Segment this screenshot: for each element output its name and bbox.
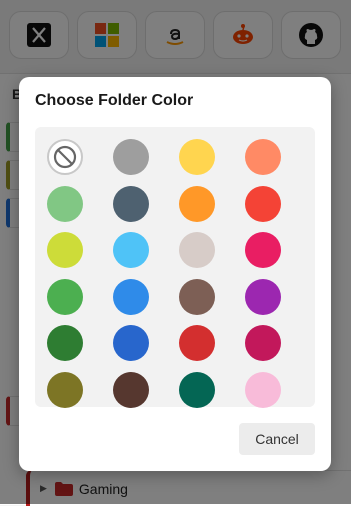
color-swatch[interactable] bbox=[47, 185, 83, 222]
color-swatch[interactable] bbox=[179, 185, 215, 222]
color-swatch[interactable] bbox=[113, 139, 149, 175]
color-swatch[interactable] bbox=[245, 278, 281, 315]
color-swatch[interactable] bbox=[113, 325, 149, 361]
color-swatch[interactable] bbox=[245, 185, 281, 222]
color-swatch[interactable] bbox=[179, 232, 215, 268]
color-swatch[interactable] bbox=[47, 325, 83, 361]
choose-folder-color-dialog: Choose Folder Color Cancel bbox=[19, 77, 331, 471]
color-swatch[interactable] bbox=[47, 232, 83, 268]
color-swatch[interactable] bbox=[179, 325, 215, 361]
color-swatch[interactable] bbox=[245, 325, 281, 361]
color-swatch[interactable] bbox=[245, 232, 281, 268]
color-swatch[interactable] bbox=[245, 371, 281, 408]
cancel-button[interactable]: Cancel bbox=[239, 423, 315, 455]
color-swatch[interactable] bbox=[245, 139, 281, 175]
color-swatch[interactable] bbox=[113, 185, 149, 222]
color-swatch[interactable] bbox=[179, 139, 215, 175]
color-swatch[interactable] bbox=[179, 371, 215, 408]
color-swatch[interactable] bbox=[47, 371, 83, 408]
no-color-icon bbox=[53, 145, 77, 169]
no-color-swatch[interactable] bbox=[47, 139, 83, 175]
color-swatch[interactable] bbox=[113, 278, 149, 315]
color-swatch[interactable] bbox=[113, 232, 149, 268]
color-swatch[interactable] bbox=[47, 278, 83, 315]
color-swatch[interactable] bbox=[179, 278, 215, 315]
color-swatch[interactable] bbox=[113, 371, 149, 408]
color-palette bbox=[35, 127, 315, 408]
dialog-title: Choose Folder Color bbox=[35, 92, 194, 109]
